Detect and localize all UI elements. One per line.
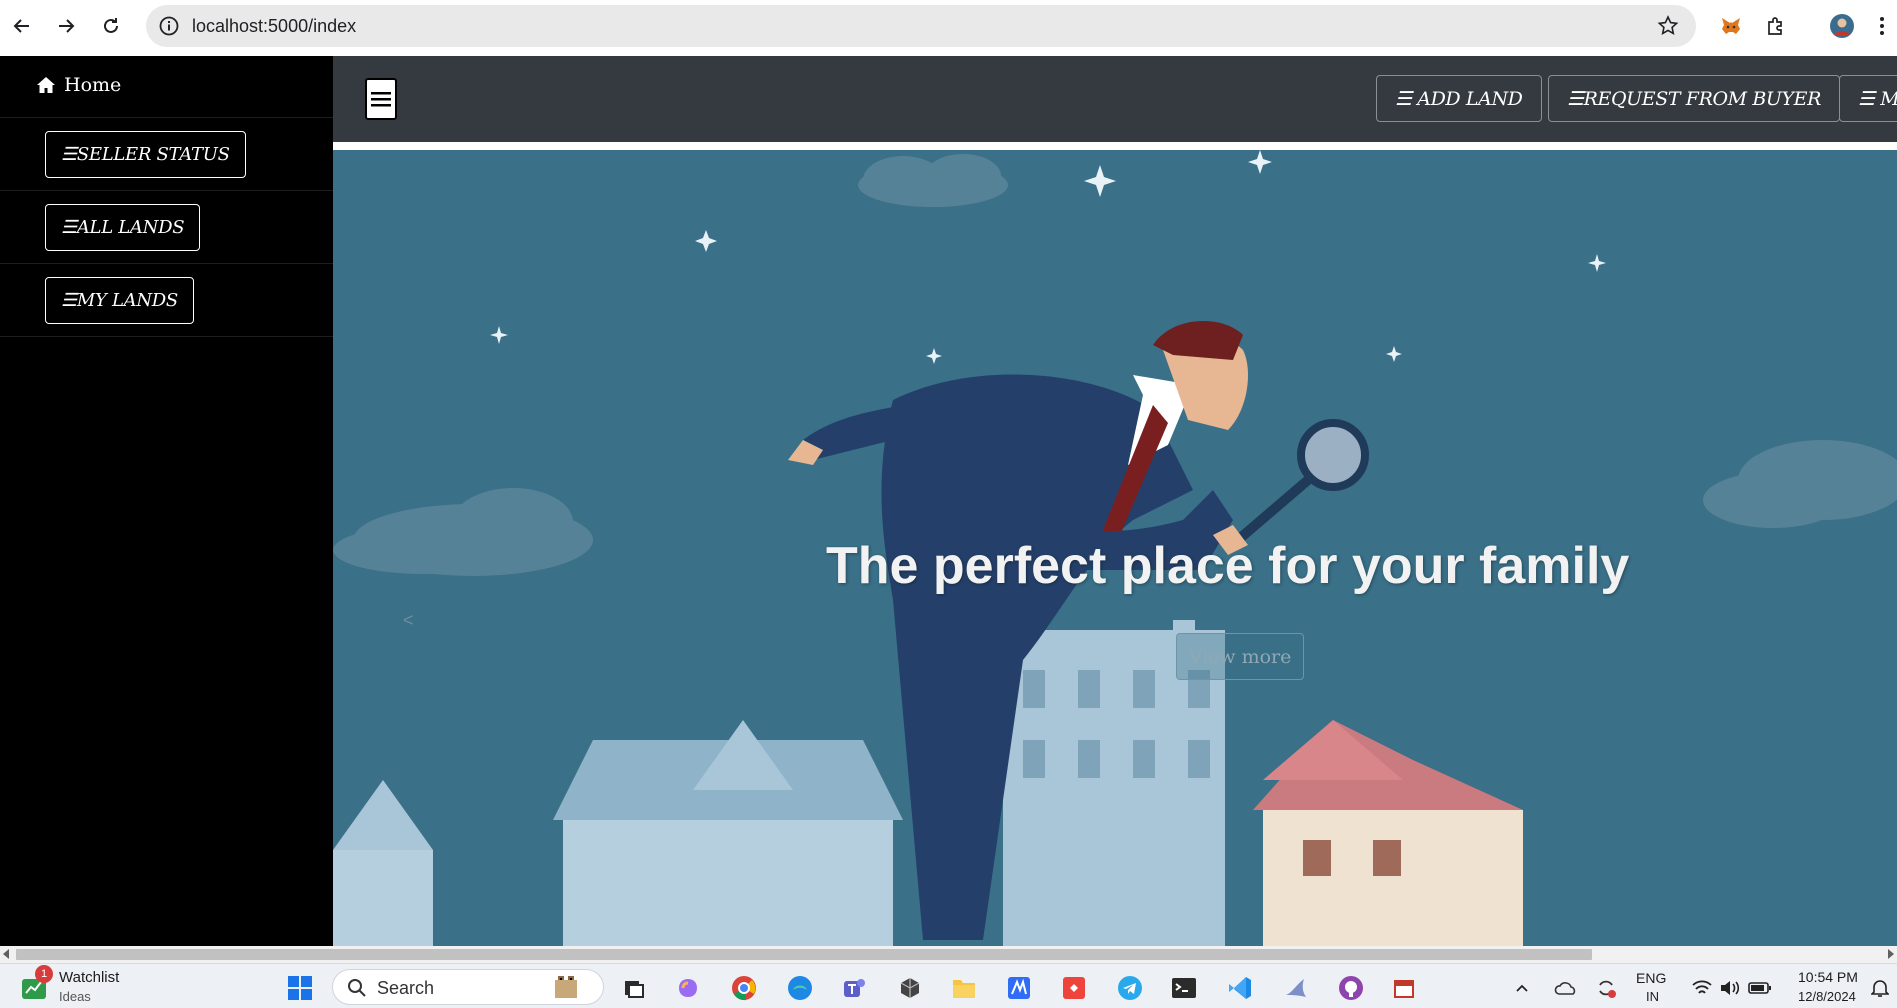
navbar-divider	[333, 142, 1897, 150]
volume-icon[interactable]	[1716, 974, 1744, 1002]
site-info-icon[interactable]	[158, 15, 180, 37]
reload-icon	[104, 18, 118, 33]
onedrive-icon[interactable]	[1552, 974, 1580, 1002]
app-calendar-icon[interactable]	[1390, 974, 1418, 1002]
language-region: IN	[1646, 989, 1659, 1004]
url-text[interactable]: localhost:5000/index	[192, 16, 356, 37]
sidebar-row-seller-status: ☰SELLER STATUS	[0, 118, 333, 191]
search-placeholder: Search	[377, 978, 435, 998]
chrome-icon[interactable]	[730, 974, 758, 1002]
clock-date: 12/8/2024	[1798, 989, 1856, 1004]
star-icon[interactable]	[1656, 14, 1680, 38]
battery-icon[interactable]	[1746, 974, 1774, 1002]
windows-start-icon[interactable]	[286, 974, 314, 1002]
more-nav-button[interactable]: ☰ M	[1839, 75, 1897, 122]
anydesk-icon[interactable]	[1060, 974, 1088, 1002]
scrollbar-thumb[interactable]	[16, 949, 1592, 960]
app-cube-icon[interactable]	[896, 974, 924, 1002]
all-lands-button[interactable]: ☰ALL LANDS	[45, 204, 201, 251]
teams-icon[interactable]	[840, 974, 868, 1002]
copilot-icon[interactable]	[674, 974, 702, 1002]
view-more-button[interactable]: View more	[1176, 633, 1304, 680]
search-icon	[348, 979, 366, 997]
terminal-icon[interactable]	[1170, 974, 1198, 1002]
edge-icon[interactable]	[786, 974, 814, 1002]
scroll-right-icon[interactable]	[1888, 949, 1894, 959]
add-land-button[interactable]: ☰ ADD LAND	[1376, 75, 1542, 122]
hamburger-icon	[371, 92, 391, 107]
sidebar-row-all-lands: ☰ALL LANDS	[0, 191, 333, 264]
top-navbar: ☰ ADD LAND ☰REQUEST FROM BUYER ☰ M	[333, 56, 1897, 142]
forward-button[interactable]	[50, 10, 82, 42]
page-viewport: Home ☰SELLER STATUS ☰ALL LANDS ☰MY LANDS…	[0, 56, 1897, 946]
address-bar[interactable]: localhost:5000/index	[146, 5, 1696, 47]
widget-title[interactable]: Watchlist	[59, 969, 119, 986]
carousel-prev-icon[interactable]: <	[403, 610, 423, 630]
sidebar-row-my-lands: ☰MY LANDS	[0, 264, 333, 337]
reload-button[interactable]	[95, 10, 127, 42]
windows-taskbar: 1 Watchlist Ideas Search ENG IN 10:54 PM…	[0, 963, 1897, 1008]
seller-status-button[interactable]: ☰SELLER STATUS	[45, 131, 246, 178]
home-icon	[37, 77, 55, 93]
sidebar-toggle-button[interactable]	[365, 78, 397, 120]
task-view-icon[interactable]	[620, 974, 648, 1002]
hero-title: The perfect place for your family	[826, 537, 1630, 595]
language-indicator[interactable]: ENG	[1636, 970, 1666, 986]
wifi-icon[interactable]	[1688, 974, 1716, 1002]
hero-carousel: The perfect place for your family View m…	[333, 150, 1897, 946]
clock-time[interactable]: 10:54 PM	[1798, 969, 1858, 985]
request-from-buyer-button[interactable]: ☰REQUEST FROM BUYER	[1548, 75, 1841, 122]
widget-subtitle: Ideas	[59, 989, 91, 1004]
home-label: Home	[64, 74, 122, 96]
telegram-icon[interactable]	[1116, 974, 1144, 1002]
github-icon[interactable]	[1337, 974, 1365, 1002]
file-explorer-icon[interactable]	[950, 974, 978, 1002]
taskbar-search[interactable]: Search	[332, 969, 604, 1005]
search-highlight-icon	[555, 976, 577, 998]
tray-chevron-icon[interactable]	[1512, 974, 1532, 1002]
my-lands-button[interactable]: ☰MY LANDS	[45, 277, 194, 324]
extensions-icon[interactable]	[1762, 12, 1790, 40]
scroll-left-icon[interactable]	[3, 949, 9, 959]
app-shark-icon[interactable]	[1282, 974, 1310, 1002]
forward-icon	[59, 19, 75, 33]
bell-icon[interactable]	[1868, 974, 1892, 1002]
sync-icon[interactable]	[1592, 974, 1620, 1002]
profile-icon[interactable]	[1828, 12, 1856, 40]
vscode-icon[interactable]	[1226, 974, 1254, 1002]
app-m-icon[interactable]	[1005, 974, 1033, 1002]
back-button[interactable]	[6, 10, 38, 42]
sidebar-home-link[interactable]: Home	[0, 56, 333, 118]
sidebar: Home ☰SELLER STATUS ☰ALL LANDS ☰MY LANDS	[0, 56, 333, 946]
menu-dots-icon[interactable]	[1872, 12, 1892, 40]
horizontal-scrollbar[interactable]	[0, 946, 1897, 963]
metamask-icon[interactable]	[1717, 12, 1745, 40]
widget-badge: 1	[35, 965, 53, 983]
back-icon	[13, 19, 29, 33]
browser-toolbar: localhost:5000/index	[0, 0, 1897, 56]
